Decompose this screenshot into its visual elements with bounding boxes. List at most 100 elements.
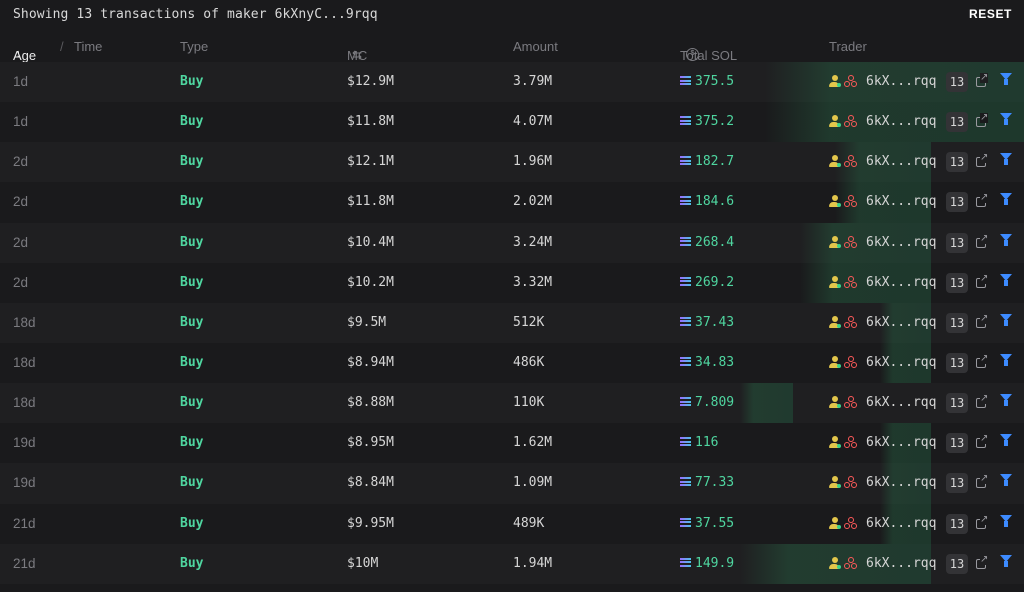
bundle-icon xyxy=(844,516,857,530)
row-mc: $8.95M xyxy=(347,435,394,451)
table-row[interactable]: 2d Buy $11.8M 2.02M 184.6 6kX...rqq 13 ↗ xyxy=(0,182,1024,223)
row-trader: 6kX...rqq 13 ↗ xyxy=(829,513,1019,534)
trader-address-link[interactable]: 6kX...rqq xyxy=(866,74,936,89)
trader-address-link[interactable]: 6kX...rqq xyxy=(866,435,936,450)
external-link-icon[interactable]: ↗ xyxy=(976,313,989,328)
bundle-icon xyxy=(844,476,857,489)
trader-address-link[interactable]: 6kX...rqq xyxy=(866,235,936,250)
solana-icon xyxy=(680,397,691,407)
filter-icon[interactable] xyxy=(1000,353,1012,368)
table-row[interactable]: 19d Buy $8.84M 1.09M 77.33 6kX...rqq 13 … xyxy=(0,463,1024,504)
filter-icon[interactable] xyxy=(1000,554,1012,569)
filter-icon[interactable] xyxy=(1000,474,1012,488)
table-row[interactable]: 2d Buy $10.4M 3.24M 268.4 6kX...rqq 13 ↗ xyxy=(0,222,1024,263)
solana-icon xyxy=(680,196,691,206)
table-row[interactable]: 2d Buy $10.2M 3.32M 269.2 6kX...rqq 13 ↗ xyxy=(0,262,1024,303)
column-type: Type xyxy=(180,39,209,54)
row-total-sol-value: 116 xyxy=(695,435,719,451)
filter-icon[interactable] xyxy=(1000,514,1012,529)
holder-icon xyxy=(829,436,841,449)
table-row[interactable]: 1d Buy $11.8M 4.07M 375.2 6kX...rqq 13 ↗ xyxy=(0,102,1024,143)
row-type: Buy xyxy=(180,114,204,130)
table-row[interactable]: 1d Buy $12.9M 3.79M 375.5 6kX...rqq 13 ↗ xyxy=(0,62,1024,103)
holder-icon xyxy=(829,235,841,249)
holder-icon xyxy=(829,476,841,489)
row-type: Buy xyxy=(180,234,204,250)
row-mc: $9.95M xyxy=(347,515,394,531)
external-link-icon[interactable]: ↗ xyxy=(976,73,989,87)
external-link-icon[interactable]: ↗ xyxy=(976,514,989,529)
table-row[interactable]: 19d Buy $8.95M 1.62M 116 6kX...rqq 13 ↗ xyxy=(0,423,1024,464)
row-total-sol-value: 375.2 xyxy=(695,114,735,130)
row-total-sol: 375.2 xyxy=(680,114,734,129)
row-type: Buy xyxy=(180,475,204,491)
row-mc: $10.2M xyxy=(347,274,394,290)
external-link-icon[interactable]: ↗ xyxy=(976,554,989,569)
row-mc: $8.88M xyxy=(347,395,394,411)
trader-address-link[interactable]: 6kX...rqq xyxy=(866,475,936,490)
bundle-icon xyxy=(844,155,857,168)
filter-icon[interactable] xyxy=(1000,113,1012,127)
trader-address-link[interactable]: 6kX...rqq xyxy=(866,395,936,410)
row-total-sol-value: 268.4 xyxy=(695,234,735,250)
filter-icon[interactable] xyxy=(1000,73,1012,87)
solana-icon xyxy=(680,437,691,447)
currency-toggle-icon[interactable]: $ xyxy=(686,48,699,61)
trader-address-link[interactable]: 6kX...rqq xyxy=(866,154,936,169)
external-link-icon[interactable]: ↗ xyxy=(976,193,989,208)
trader-address-link[interactable]: 6kX...rqq xyxy=(866,315,936,330)
external-link-icon[interactable]: ↗ xyxy=(976,153,989,168)
table-row[interactable]: 21d Buy $9.95M 489K 37.55 6kX...rqq 13 ↗ xyxy=(0,503,1024,544)
external-link-icon[interactable]: ↗ xyxy=(976,273,989,288)
row-total-sol-value: 7.809 xyxy=(695,395,735,411)
row-trader: 6kX...rqq 13 ↗ xyxy=(829,232,1019,253)
bundle-icon xyxy=(844,195,857,208)
row-trader: 6kX...rqq 13 ↗ xyxy=(829,553,1019,574)
solana-icon xyxy=(680,276,691,286)
filter-icon[interactable] xyxy=(1000,313,1012,328)
filter-icon[interactable] xyxy=(1000,153,1012,167)
row-age: 2d xyxy=(13,234,29,250)
row-trader: 6kX...rqq 13 ↗ xyxy=(829,152,1019,173)
table-row[interactable]: 18d Buy $8.94M 486K 34.83 6kX...rqq 13 ↗ xyxy=(0,342,1024,384)
filter-icon[interactable] xyxy=(1000,434,1012,448)
table-row[interactable]: 18d Buy $9.5M 512K 37.43 6kX...rqq 13 ↗ xyxy=(0,302,1024,343)
trader-tx-count-badge: 13 xyxy=(946,192,968,213)
row-type: Buy xyxy=(180,354,204,370)
table-row[interactable]: 2d Buy $12.1M 1.96M 182.7 6kX...rqq 13 ↗ xyxy=(0,142,1024,183)
external-link-icon[interactable]: ↗ xyxy=(976,113,989,128)
row-trader: 6kX...rqq 13 ↗ xyxy=(829,393,1019,414)
row-type: Buy xyxy=(180,154,204,170)
external-link-icon[interactable]: ↗ xyxy=(976,434,989,449)
table-row[interactable]: 21d Buy $10M 1.94M 149.9 6kX...rqq 13 ↗ xyxy=(0,543,1024,584)
filter-icon[interactable] xyxy=(1000,233,1012,248)
external-link-icon[interactable]: ↗ xyxy=(976,394,989,409)
external-link-icon[interactable]: ↗ xyxy=(976,474,989,489)
column-time[interactable]: Time xyxy=(74,39,102,54)
solana-icon xyxy=(680,236,691,246)
trader-address-link[interactable]: 6kX...rqq xyxy=(866,114,936,129)
reset-button[interactable]: RESET xyxy=(969,7,1012,21)
row-mc: $8.94M xyxy=(347,354,394,370)
filter-icon[interactable] xyxy=(1000,394,1012,408)
swap-icon[interactable]: ⇆ xyxy=(352,48,362,62)
filter-icon[interactable] xyxy=(1000,193,1012,207)
trader-address-link[interactable]: 6kX...rqq xyxy=(866,194,936,209)
row-total-sol: 7.809 xyxy=(680,395,734,410)
table-row[interactable]: 18d Buy $8.88M 110K 7.809 6kX...rqq 13 ↗ xyxy=(0,383,1024,424)
filter-icon[interactable] xyxy=(1000,273,1012,288)
bundle-icon xyxy=(844,436,857,449)
row-type: Buy xyxy=(180,74,204,89)
trader-address-link[interactable]: 6kX...rqq xyxy=(866,556,936,571)
row-total-sol-value: 269.2 xyxy=(695,274,735,290)
row-age: 1d xyxy=(13,114,29,130)
transactions-table: 1d Buy $12.9M 3.79M 375.5 6kX...rqq 13 ↗… xyxy=(0,62,1024,584)
bundle-icon xyxy=(844,556,857,570)
trader-address-link[interactable]: 6kX...rqq xyxy=(866,516,936,531)
trader-address-link[interactable]: 6kX...rqq xyxy=(866,355,936,370)
row-total-sol-value: 77.33 xyxy=(695,475,735,491)
external-link-icon[interactable]: ↗ xyxy=(976,233,989,248)
holder-icon xyxy=(829,315,841,329)
external-link-icon[interactable]: ↗ xyxy=(976,353,989,368)
trader-address-link[interactable]: 6kX...rqq xyxy=(866,275,936,290)
